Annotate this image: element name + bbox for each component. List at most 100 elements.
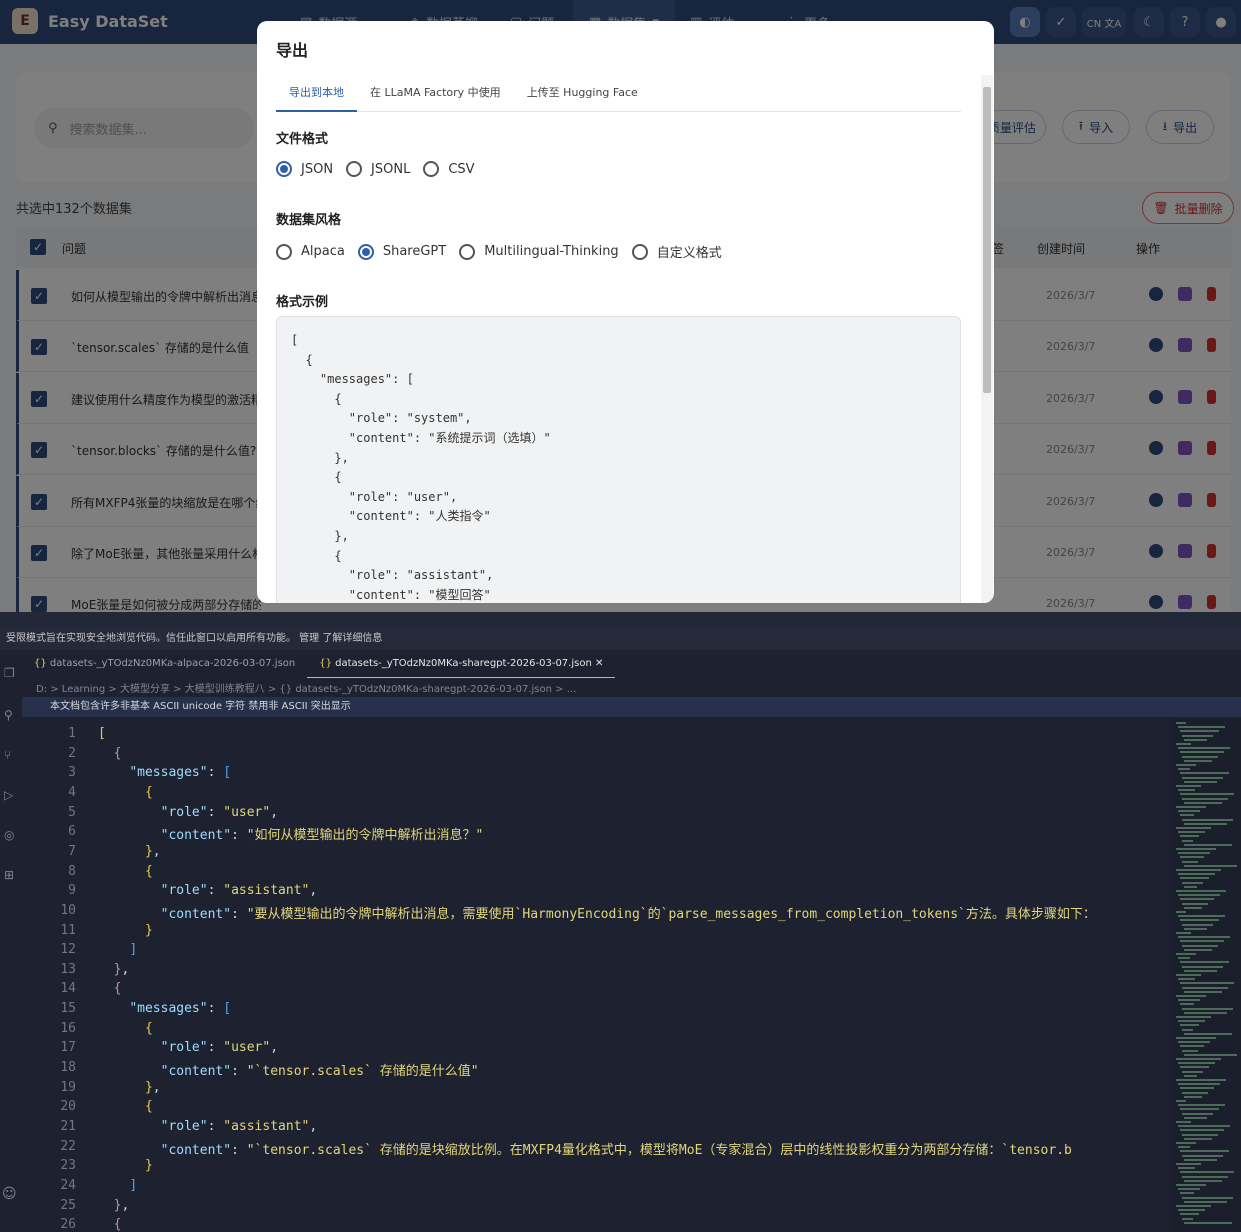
style-radios: Alpaca ShareGPT Multilingual-Thinking 自定…: [276, 242, 735, 261]
code-line[interactable]: "messages": [: [98, 1001, 231, 1016]
code-line[interactable]: },: [98, 844, 161, 859]
code-line[interactable]: "messages": [: [98, 765, 231, 780]
minimap-line: [1178, 894, 1220, 897]
minimap-line: [1184, 801, 1222, 804]
editor-menubar: [0, 612, 1241, 628]
minimap-line: [1182, 1217, 1193, 1220]
dialog-scrollbar[interactable]: [981, 75, 993, 603]
code-line[interactable]: {: [98, 746, 122, 761]
files-icon[interactable]: ❐: [4, 666, 15, 680]
editor-tabs: {} datasets-_yTOdzNz0MKa-alpaca-2026-03-…: [22, 652, 1241, 678]
close-icon[interactable]: ✕: [595, 658, 603, 669]
code-line[interactable]: "role": "assistant",: [98, 883, 318, 898]
radio-json[interactable]: JSON: [276, 161, 333, 177]
radio-circle[interactable]: [423, 161, 440, 177]
minimap-line: [1178, 957, 1190, 960]
code-line[interactable]: "role": "assistant",: [98, 1119, 318, 1134]
minimap[interactable]: [1172, 718, 1241, 1232]
radio-jsonl[interactable]: JSONL: [346, 161, 410, 177]
code-line[interactable]: ]: [98, 942, 137, 957]
editor-tab-alpaca[interactable]: {} datasets-_yTOdzNz0MKa-alpaca-2026-03-…: [22, 652, 307, 678]
code-line[interactable]: },: [98, 1198, 130, 1213]
run-debug-icon[interactable]: ▷: [4, 788, 13, 802]
code-line[interactable]: {: [98, 864, 153, 879]
radio-circle[interactable]: [459, 243, 476, 260]
radio-csv[interactable]: CSV: [423, 161, 475, 177]
minimap-line: [1176, 1205, 1211, 1207]
code-line[interactable]: }: [98, 923, 153, 938]
tab-hugging-face[interactable]: 上传至 Hugging Face: [514, 81, 651, 112]
code-line[interactable]: "role": "user",: [98, 1040, 278, 1055]
minimap-line: [1178, 1167, 1195, 1170]
minimap-line: [1180, 730, 1219, 733]
radio-custom[interactable]: 自定义格式: [631, 242, 722, 261]
code-line[interactable]: "content": "`tensor.scales` 存储的是块缩放比例。在M…: [98, 1139, 1072, 1158]
minimap-line: [1182, 797, 1228, 800]
code-line[interactable]: {: [98, 1217, 122, 1232]
code-line[interactable]: "role": "user",: [98, 805, 278, 820]
minimap-line: [1180, 919, 1219, 922]
code-line[interactable]: },: [98, 1080, 161, 1095]
minimap-line: [1184, 822, 1227, 825]
radio-circle[interactable]: [357, 243, 374, 260]
minimap-line: [1184, 1179, 1222, 1182]
minimap-line: [1182, 860, 1198, 863]
code-area[interactable]: 1 [2 {3 "messages": [4 {5 "role": "user",…: [22, 718, 1167, 1232]
minimap-line: [1176, 722, 1186, 724]
minimap-line: [1184, 948, 1212, 951]
line-number: 6: [68, 824, 76, 840]
line-number: 15: [60, 1001, 76, 1017]
minimap-line: [1176, 932, 1191, 934]
radio-sharegpt[interactable]: ShareGPT: [357, 243, 446, 260]
code-line[interactable]: "content": "如何从模型输出的令牌中解析出消息？": [98, 824, 484, 843]
code-line[interactable]: {: [98, 981, 122, 996]
code-line[interactable]: "content": "要从模型输出的令牌中解析出消息，需要使用`Harmony…: [98, 903, 1096, 922]
minimap-line: [1182, 1133, 1218, 1136]
file-format-label: 文件格式: [276, 132, 329, 147]
minimap-line: [1184, 1158, 1217, 1161]
code-line[interactable]: [: [98, 726, 106, 741]
code-line[interactable]: }: [98, 1158, 153, 1173]
code-line[interactable]: {: [98, 785, 153, 800]
radio-multilingual[interactable]: Multilingual-Thinking: [459, 243, 619, 260]
radio-circle[interactable]: [276, 161, 292, 177]
minimap-line: [1180, 1192, 1194, 1195]
minimap-line: [1184, 1137, 1212, 1140]
radio-circle[interactable]: [631, 243, 648, 260]
minimap-line: [1182, 1196, 1233, 1199]
scrollbar-thumb[interactable]: [983, 87, 991, 393]
remote-icon[interactable]: ◎: [4, 828, 14, 842]
code-line[interactable]: {: [98, 1021, 153, 1036]
search-icon[interactable]: ⚲: [4, 708, 13, 722]
tab-export-local[interactable]: 导出到本地: [276, 81, 357, 112]
radio-alpaca[interactable]: Alpaca: [276, 243, 345, 260]
radio-circle[interactable]: [346, 161, 363, 177]
extensions-icon[interactable]: ⊞: [4, 868, 14, 882]
source-control-icon[interactable]: ⑂: [4, 748, 11, 762]
code-line[interactable]: {: [98, 1099, 153, 1114]
code-line[interactable]: ]: [98, 1178, 137, 1193]
code-line[interactable]: "content": "`tensor.scales` 存储的是什么值": [98, 1060, 479, 1079]
account-icon[interactable]: ☺: [2, 1186, 17, 1202]
minimap-line: [1180, 856, 1204, 859]
minimap-line: [1182, 818, 1233, 821]
tab-llama-factory[interactable]: 在 LLaMA Factory 中使用: [357, 81, 514, 112]
minimap-line: [1184, 906, 1202, 909]
minimap-line: [1180, 898, 1214, 901]
radio-circle[interactable]: [276, 243, 292, 260]
minimap-line: [1182, 986, 1228, 989]
minimap-line: [1180, 772, 1229, 775]
editor-tab-sharegpt[interactable]: {} datasets-_yTOdzNz0MKa-sharegpt-2026-0…: [307, 652, 616, 678]
code-line[interactable]: },: [98, 962, 130, 977]
minimap-line: [1180, 961, 1229, 964]
minimap-line: [1178, 1020, 1205, 1023]
minimap-line: [1178, 1209, 1205, 1212]
restricted-mode-notice: 受限模式旨在实现安全地浏览代码。信任此窗口以启用所有功能。 管理 了解详细信息: [0, 628, 1241, 650]
minimap-line: [1176, 1079, 1226, 1081]
minimap-line: [1178, 1083, 1220, 1086]
minimap-line: [1178, 873, 1215, 876]
json-icon: {}: [34, 658, 47, 669]
line-number: 1: [68, 726, 76, 741]
minimap-line: [1184, 843, 1232, 846]
minimap-line: [1176, 827, 1211, 829]
